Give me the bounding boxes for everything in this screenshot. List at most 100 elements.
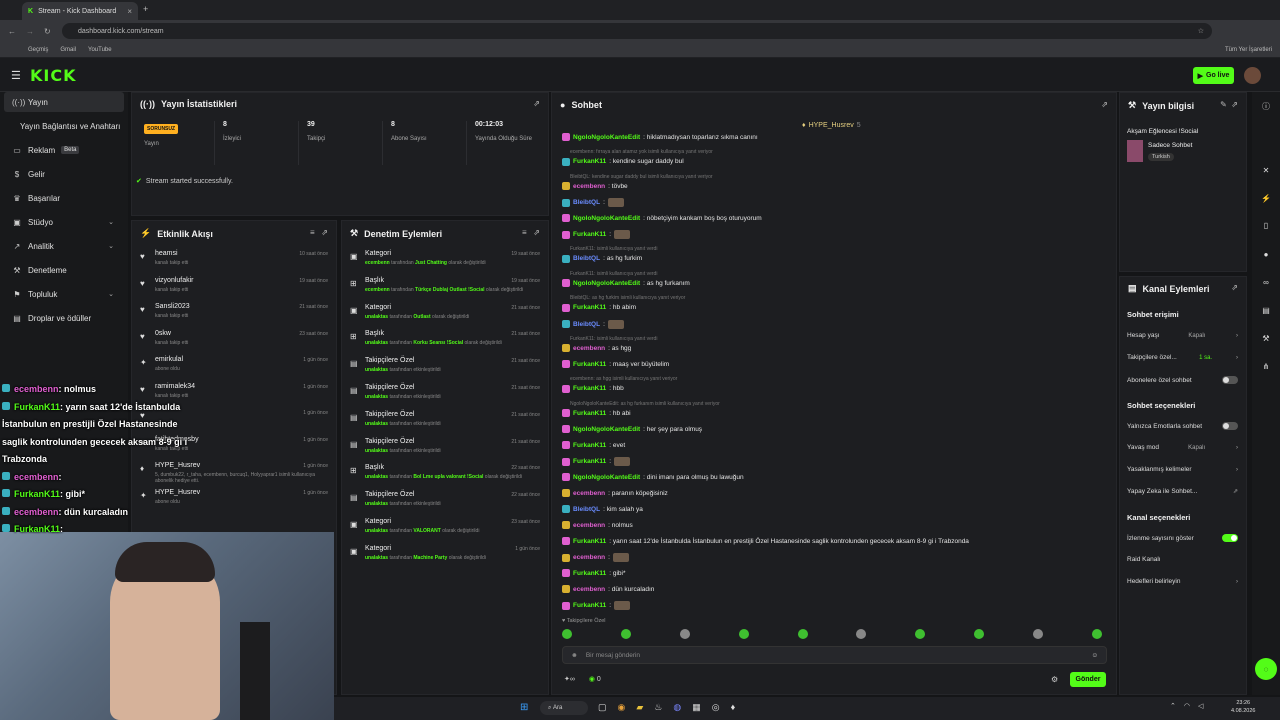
chat-username[interactable]: NgoloNgoloKanteEdit bbox=[573, 426, 640, 433]
new-tab-button[interactable]: + bbox=[143, 4, 148, 14]
popout-icon[interactable]: ⇗ bbox=[321, 228, 328, 237]
popout-icon[interactable]: ⇗ bbox=[1101, 100, 1108, 109]
list-icon[interactable]: ▤ bbox=[1258, 302, 1274, 318]
chevron-up-icon[interactable]: ⌃ bbox=[1170, 702, 1176, 710]
ai-chat-setting[interactable]: Yapay Zeka ile Sohbet... ⇗ bbox=[1127, 488, 1238, 495]
chat-username[interactable]: FurkanK11 bbox=[573, 538, 606, 545]
sidebar-item-drops[interactable]: ▤ Droplar ve ödüller bbox=[4, 308, 124, 328]
chat-username[interactable]: NgoloNgoloKanteEdit bbox=[573, 280, 640, 287]
mod-tools-icon[interactable]: ✦∞ bbox=[564, 675, 575, 683]
quick-emote-icon[interactable] bbox=[974, 629, 985, 639]
share-icon[interactable]: ⋔ bbox=[1258, 358, 1274, 374]
raid-setting[interactable]: Raid Kanalı bbox=[1127, 556, 1238, 563]
wifi-icon[interactable]: ◠ bbox=[1184, 702, 1190, 710]
chat-username[interactable]: FurkanK11 bbox=[573, 304, 606, 311]
filter-icon[interactable]: ≡ bbox=[310, 228, 315, 237]
link-icon[interactable]: ∞ bbox=[1258, 274, 1274, 290]
quick-emote-icon[interactable] bbox=[679, 629, 690, 639]
user-avatar[interactable] bbox=[1244, 67, 1261, 84]
quick-emote-icon[interactable] bbox=[1091, 629, 1102, 639]
go-live-button[interactable]: ▶ Go live bbox=[1193, 67, 1234, 84]
quick-emote-icon[interactable] bbox=[915, 629, 926, 639]
bookmark-gmail[interactable]: Gmail bbox=[60, 47, 76, 53]
lightning-icon[interactable]: ⚡ bbox=[1258, 190, 1274, 206]
sidebar-item-revenue[interactable]: $ Gelir bbox=[4, 164, 124, 184]
crosshair-icon[interactable]: ✕ bbox=[1258, 162, 1274, 178]
sidebar-item-ads[interactable]: ▭ Reklam Beta bbox=[4, 140, 124, 160]
app-icon[interactable]: ▦ bbox=[692, 702, 701, 713]
chat-username[interactable]: ecembenn bbox=[573, 554, 605, 561]
sidebar-item-studio[interactable]: ▣ Stüdyo ⌄ bbox=[4, 212, 124, 232]
chat-username[interactable]: FurkanK11 bbox=[573, 410, 606, 417]
sidebar-item-community[interactable]: ⚑ Topluluk ⌄ bbox=[4, 284, 124, 304]
channel-points[interactable]: ◉ 0 bbox=[589, 675, 601, 683]
popout-icon[interactable]: ⇗ bbox=[1231, 283, 1238, 292]
chat-username[interactable]: FurkanK11 bbox=[573, 458, 606, 465]
url-field[interactable]: dashboard.kick.com/stream ☆ bbox=[62, 23, 1212, 39]
chat-username[interactable]: BleibtQL bbox=[573, 506, 600, 513]
obs-icon[interactable]: ◎ bbox=[712, 702, 720, 713]
epic-icon[interactable]: ♦ bbox=[731, 702, 736, 713]
popout-icon[interactable]: ⇗ bbox=[533, 99, 540, 108]
clock[interactable]: 23:26 4.08.2026 bbox=[1231, 699, 1255, 715]
help-button[interactable]: ◌ bbox=[1255, 658, 1277, 680]
folder-icon[interactable]: ▰ bbox=[636, 702, 643, 713]
chrome-icon[interactable]: ◉ bbox=[618, 702, 626, 713]
bookmark-star-icon[interactable]: ☆ bbox=[1198, 27, 1204, 35]
steam-icon[interactable]: ♨ bbox=[654, 702, 662, 713]
chat-username[interactable]: FurkanK11 bbox=[573, 442, 606, 449]
chat-username[interactable]: FurkanK11 bbox=[573, 361, 606, 368]
sidebar-item-stream[interactable]: ((·)) Yayın bbox=[4, 92, 124, 112]
info-icon[interactable]: ⓘ bbox=[1258, 98, 1274, 114]
chat-username[interactable]: NgoloNgoloKanteEdit bbox=[573, 215, 640, 222]
chat-username[interactable]: FurkanK11 bbox=[573, 570, 606, 577]
bookmark-youtube[interactable]: YouTube bbox=[88, 47, 112, 53]
chat-settings-icon[interactable]: ⚙ bbox=[1051, 675, 1058, 684]
sidebar-item-analytics[interactable]: ↗ Analitik ⌄ bbox=[4, 236, 124, 256]
menu-icon[interactable]: ☰ bbox=[11, 69, 21, 82]
chat-username[interactable]: NgoloNgoloKanteEdit bbox=[573, 474, 640, 481]
chat-username[interactable]: FurkanK11 bbox=[573, 385, 606, 392]
followers-only-setting[interactable]: Takipçilere özel... 1 sa. › bbox=[1127, 354, 1238, 361]
chat-username[interactable]: BleibtQL bbox=[573, 255, 600, 262]
chat-username[interactable]: FurkanK11 bbox=[573, 602, 606, 609]
quick-emote-icon[interactable] bbox=[797, 629, 808, 639]
chat-username[interactable]: ecembenn bbox=[573, 490, 605, 497]
back-icon[interactable]: ← bbox=[8, 27, 16, 36]
subs-only-toggle[interactable] bbox=[1222, 376, 1238, 384]
sidebar-item-stream-key[interactable]: Yayın Bağlantısı ve Anahtarı bbox=[4, 116, 124, 136]
reload-icon[interactable]: ↻ bbox=[44, 27, 51, 36]
close-tab-icon[interactable]: × bbox=[127, 7, 132, 16]
banned-words-setting[interactable]: Yasaklanmış kelimeler › bbox=[1127, 466, 1238, 473]
chat-username[interactable]: BleibtQL bbox=[573, 321, 600, 328]
popout-icon[interactable]: ⇗ bbox=[1231, 100, 1238, 109]
emotes-only-toggle[interactable] bbox=[1222, 422, 1238, 430]
chat-username[interactable]: ecembenn bbox=[573, 345, 605, 352]
quick-emote-icon[interactable] bbox=[856, 629, 867, 639]
all-bookmarks[interactable]: Tüm Yer İşaretleri bbox=[1225, 47, 1272, 53]
document-icon[interactable]: ▯ bbox=[1258, 217, 1274, 233]
edit-icon[interactable]: ✎ bbox=[1220, 100, 1227, 109]
popout-icon[interactable]: ⇗ bbox=[533, 228, 540, 237]
chat-username[interactable]: FurkanK11 bbox=[573, 158, 606, 165]
discord-icon[interactable]: ◍ bbox=[673, 702, 681, 713]
bookmark-history[interactable]: Geçmiş bbox=[28, 47, 48, 53]
quick-emote-icon[interactable] bbox=[1033, 629, 1043, 639]
chat-username[interactable]: ecembenn bbox=[573, 183, 605, 190]
kick-logo[interactable]: KICK bbox=[30, 66, 77, 85]
chat-username[interactable]: NgoloNgoloKanteEdit bbox=[573, 134, 640, 141]
forward-icon[interactable]: → bbox=[26, 27, 34, 36]
chat-username[interactable]: ecembenn bbox=[573, 522, 605, 529]
goals-setting[interactable]: Hedefleri belirleyin › bbox=[1127, 578, 1238, 585]
windows-start-icon[interactable]: ⊞ bbox=[520, 702, 528, 713]
task-view-icon[interactable]: ▢ bbox=[598, 702, 607, 713]
send-button[interactable]: Gönder bbox=[1070, 672, 1106, 687]
quick-emote-icon[interactable] bbox=[620, 629, 631, 639]
quick-emote-icon[interactable] bbox=[738, 629, 749, 639]
chat-username[interactable]: FurkanK11 bbox=[573, 231, 606, 238]
chat-username[interactable]: BleibtQL bbox=[573, 199, 600, 206]
emoji-icon[interactable]: ☻ bbox=[571, 652, 578, 659]
browser-tab[interactable]: K Stream - Kick Dashboard × bbox=[22, 2, 138, 20]
slow-mode-setting[interactable]: Yavaş mod Kapalı › bbox=[1127, 444, 1238, 451]
taskbar-search[interactable]: ⌕ Ara bbox=[540, 701, 588, 715]
